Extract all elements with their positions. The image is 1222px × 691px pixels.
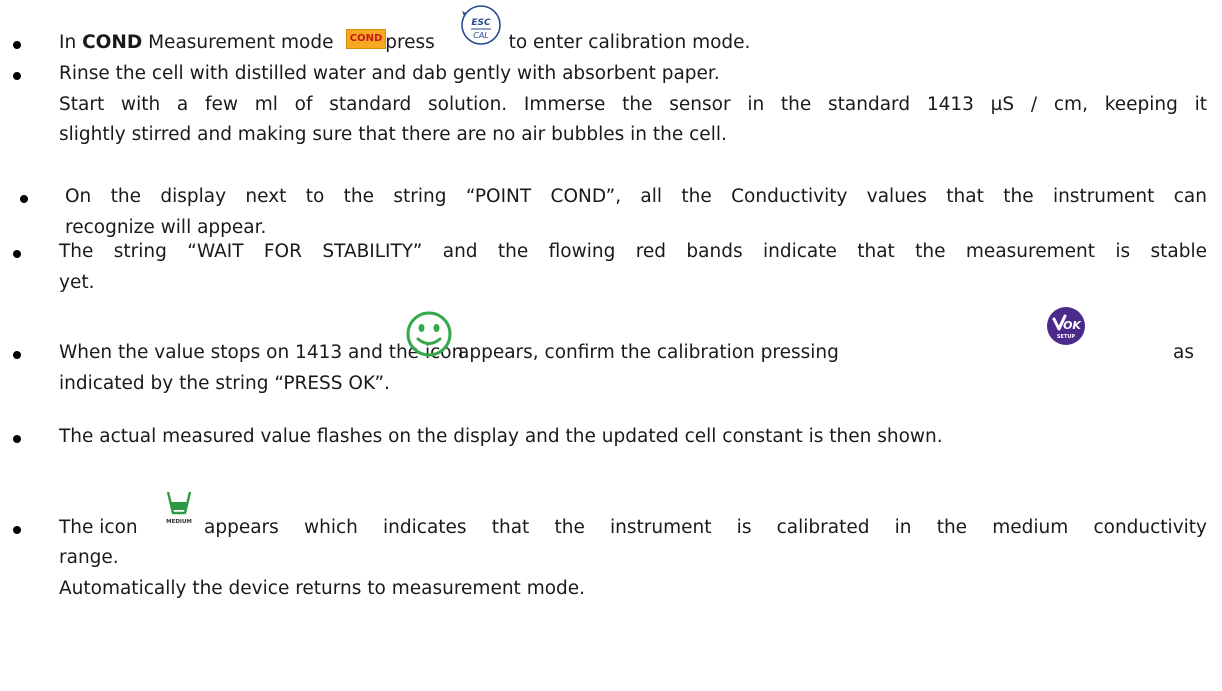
bullet-text-line: appears which indicates that the instrum…	[204, 517, 1207, 538]
ok-label: OK	[1063, 319, 1082, 332]
medium-label: MEDIUM	[166, 519, 192, 525]
bullet-text: In COND Measurement mode press to enter …	[59, 32, 750, 54]
bullet-text-line: Automatically the device returns to meas…	[59, 578, 586, 599]
bullet-text-line: yet.	[59, 272, 95, 293]
bullet-text-line: The actual measured value flashes on the…	[59, 426, 943, 447]
manual-page: { "items": [ { "pre": "In ", "bold": "CO…	[0, 0, 1222, 691]
ok-setup-key-icon: OK SETUP	[1046, 306, 1086, 346]
bullet-text-line: appears, confirm the calibration pressin…	[458, 342, 839, 363]
bullet-text-line: Rinse the cell with distilled water and …	[59, 63, 720, 84]
esc-cal-key-icon: ESC CAL	[458, 3, 504, 49]
esc-label: ESC	[471, 18, 491, 28]
bullet-text-line: The icon	[59, 517, 138, 538]
text-run: press	[379, 32, 441, 53]
cond-mode-bold: COND	[82, 32, 143, 53]
bullet-dot	[13, 526, 21, 534]
bullet-dot	[13, 72, 21, 80]
bullet-text-line: slightly stirred and making sure that th…	[59, 124, 727, 145]
text-run: Measurement mode	[142, 32, 340, 53]
text-run: to enter calibration mode.	[502, 32, 751, 53]
bullet-text-line: as	[1173, 342, 1194, 363]
bullet-text-line: The string “WAIT FOR STABILITY” and the …	[59, 241, 1207, 262]
bullet-text-line: range.	[59, 547, 119, 568]
bullet-text-line: Start with a few ml of standard solution…	[59, 94, 1207, 115]
medium-beaker-icon: MEDIUM	[159, 489, 199, 529]
bullet-dot	[13, 435, 21, 443]
text-run: In	[59, 32, 83, 53]
smiley-stable-icon	[405, 310, 453, 358]
cal-label: CAL	[473, 31, 489, 40]
cond-key-icon: COND	[346, 29, 386, 49]
bullet-dot	[20, 195, 28, 203]
bullet-dot	[13, 351, 21, 359]
setup-label: SETUP	[1057, 334, 1075, 340]
bullet-text-line: indicated by the string “PRESS OK”.	[59, 373, 390, 394]
bullet-text-line: recognize will appear.	[65, 217, 267, 238]
bullet-dot	[13, 250, 21, 258]
bullet-text-line: When the value stops on 1413 and the ico…	[59, 342, 464, 363]
bullet-dot	[13, 41, 21, 49]
bullet-text-line: On the display next to the string “POINT…	[65, 186, 1207, 207]
cond-key-label: COND	[349, 33, 383, 44]
